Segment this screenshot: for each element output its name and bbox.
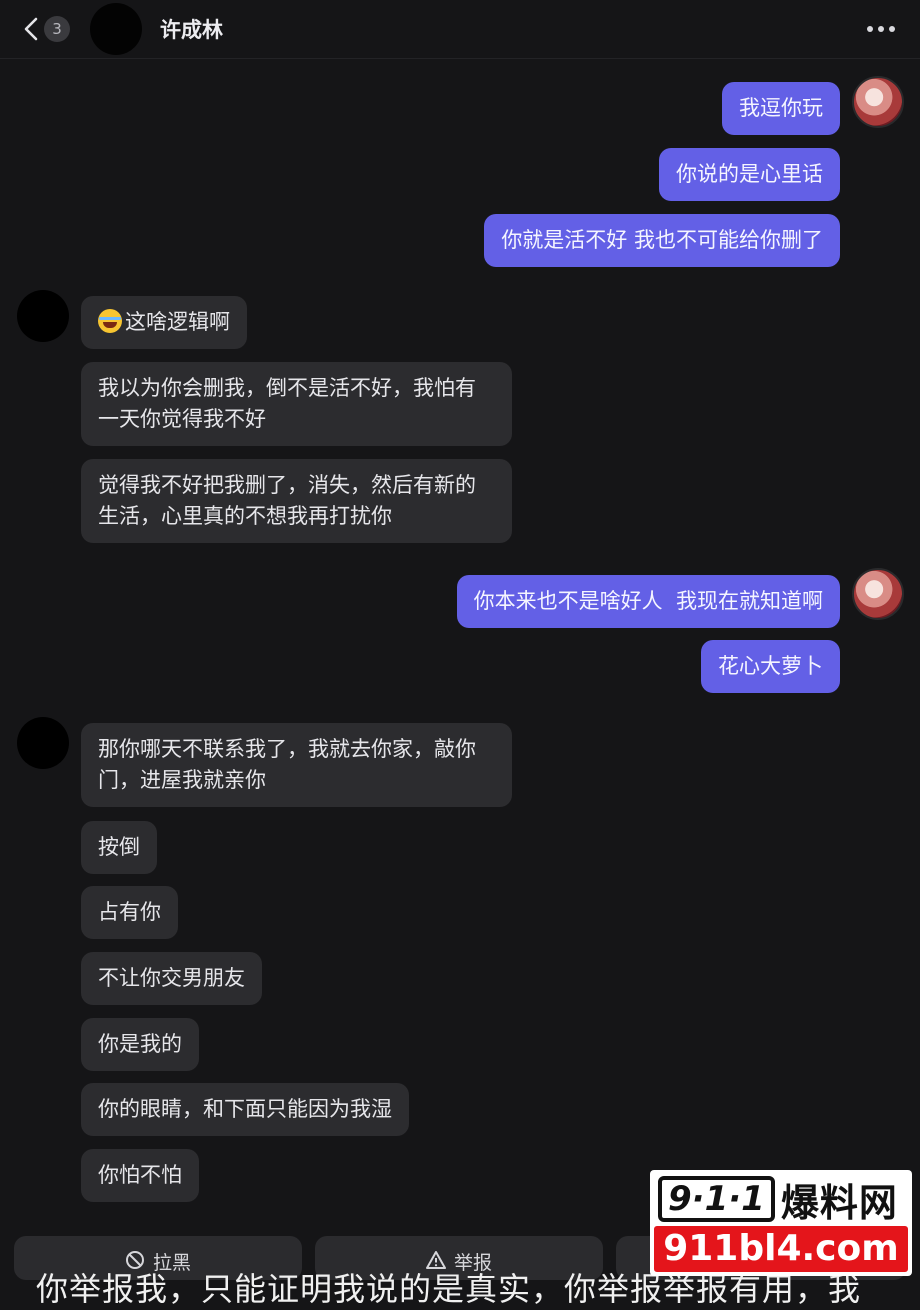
contact-avatar[interactable] — [90, 3, 142, 55]
message-bubble-outgoing[interactable]: 你就是活不好 我也不可能给你删了 — [484, 214, 840, 267]
message-bubble-outgoing[interactable]: 花心大萝卜 — [701, 640, 840, 693]
watermark-text: 爆料网 — [780, 1180, 898, 1225]
message-bubble-incoming[interactable]: 你是我的 — [81, 1018, 199, 1071]
more-options-button[interactable] — [864, 15, 898, 43]
watermark-url: 911bl4.com — [654, 1226, 908, 1272]
message-bubble-outgoing[interactable]: 我逗你玩 — [722, 82, 840, 135]
message-bubble-incoming[interactable]: 我以为你会删我，倒不是活不好，我怕有一天你觉得我不好 — [81, 362, 512, 446]
message-bubble-incoming[interactable]: 你怕不怕 — [81, 1149, 199, 1202]
watermark-logo: 9·1·1 爆料网 911bl4.com — [650, 1170, 912, 1276]
laughing-crying-emoji-icon — [98, 309, 122, 333]
back-button[interactable]: 3 — [22, 12, 82, 46]
contact-message-avatar[interactable] — [17, 717, 69, 769]
message-bubble-incoming[interactable]: 按倒 — [81, 821, 157, 874]
message-bubble-incoming[interactable]: 这啥逻辑啊 — [81, 296, 247, 349]
unread-count-badge: 3 — [44, 16, 70, 42]
watermark-number: 9·1·1 — [658, 1176, 775, 1222]
chevron-left-icon — [24, 17, 38, 41]
dot-icon — [867, 26, 873, 32]
message-bubble-incoming[interactable]: 不让你交男朋友 — [81, 952, 262, 1005]
message-bubble-incoming[interactable]: 那你哪天不联系我了，我就去你家，敲你门，进屋我就亲你 — [81, 723, 512, 807]
chat-header: 3 许成林 — [0, 0, 920, 59]
my-avatar[interactable] — [852, 568, 904, 620]
my-avatar[interactable] — [852, 76, 904, 128]
contact-message-avatar[interactable] — [17, 290, 69, 342]
message-bubble-incoming[interactable]: 觉得我不好把我删了，消失，然后有新的生活，心里真的不想我再打扰你 — [81, 459, 512, 543]
contact-name: 许成林 — [160, 18, 223, 42]
watermark-brand: 9·1·1 爆料网 — [658, 1174, 898, 1225]
dot-icon — [889, 26, 895, 32]
message-bubble-incoming[interactable]: 你的眼睛，和下面只能因为我湿 — [81, 1083, 409, 1136]
message-text: 这啥逻辑啊 — [125, 310, 230, 334]
message-bubble-incoming[interactable]: 占有你 — [81, 886, 178, 939]
message-bubble-outgoing[interactable]: 你本来也不是啥好人 我现在就知道啊 — [456, 575, 840, 628]
dot-icon — [878, 26, 884, 32]
message-bubble-outgoing[interactable]: 你说的是心里话 — [659, 148, 840, 201]
